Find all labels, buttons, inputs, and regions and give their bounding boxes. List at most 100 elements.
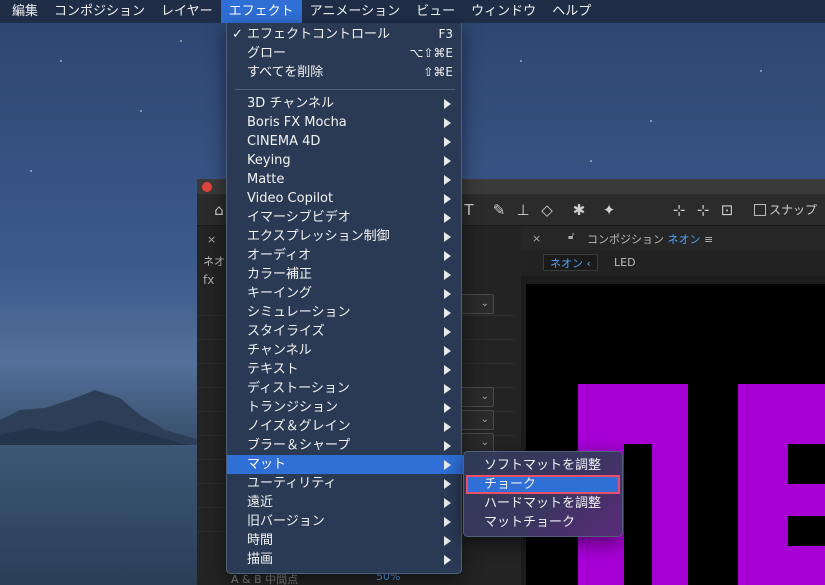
menu-item-glow[interactable]: グロー ⌥⇧⌘E bbox=[227, 44, 463, 63]
fx-label: fx bbox=[203, 273, 215, 287]
menu-item-category[interactable]: エクスプレッション制御 bbox=[227, 227, 463, 246]
menu-edit[interactable]: 編集 bbox=[4, 0, 46, 23]
menu-item-category[interactable]: カラー補正 bbox=[227, 265, 463, 284]
menu-item-label: イマーシブビデオ bbox=[247, 210, 351, 225]
comp-tab-title[interactable]: コンポジション ネオン ≡ bbox=[587, 231, 713, 247]
menu-item-category[interactable]: 3D チャンネル bbox=[227, 94, 463, 113]
matte-submenu: ソフトマットを調整 チョークハードマットを調整 マットチョーク bbox=[463, 451, 623, 537]
submenu-arrow-icon bbox=[444, 384, 451, 394]
close-icon[interactable]: × bbox=[207, 233, 216, 246]
menu-item-label: Matte bbox=[247, 172, 285, 187]
menu-icon[interactable]: ≡ bbox=[704, 233, 713, 246]
submenu-arrow-icon bbox=[444, 460, 451, 470]
brush-tool-icon[interactable]: ✎ bbox=[489, 200, 509, 220]
menu-item-category[interactable]: CINEMA 4D bbox=[227, 132, 463, 151]
menu-item-effect-controls[interactable]: ✓ エフェクトコントロール F3 bbox=[227, 25, 463, 44]
eraser-tool-icon[interactable]: ◇ bbox=[537, 200, 557, 220]
letter-counter bbox=[788, 444, 825, 484]
menu-item-label: オーディオ bbox=[247, 248, 312, 263]
axis-view-icon[interactable]: ⊡ bbox=[717, 200, 737, 220]
menu-item-category[interactable]: 時間 bbox=[227, 531, 463, 550]
menu-item-category[interactable]: キーイング bbox=[227, 284, 463, 303]
menu-item-label: 描画 bbox=[247, 552, 274, 567]
menu-composition[interactable]: コンポジション bbox=[46, 0, 153, 23]
checkmark-icon: ✓ bbox=[232, 27, 243, 42]
menu-item-label: トランジション bbox=[247, 400, 339, 415]
breadcrumb-item-active[interactable]: ネオン ‹ bbox=[543, 254, 598, 271]
menu-item-label: すべてを削除 bbox=[247, 65, 324, 80]
star bbox=[60, 60, 62, 62]
menu-item-category[interactable]: スタイライズ bbox=[227, 322, 463, 341]
submenu-arrow-icon bbox=[444, 365, 451, 375]
menu-item-category[interactable]: ノイズ＆グレイン bbox=[227, 417, 463, 436]
axis-world-icon[interactable]: ⊹ bbox=[693, 200, 713, 220]
menu-item-label: エクスプレッション制御 bbox=[247, 229, 390, 244]
submenu-arrow-icon bbox=[444, 99, 451, 109]
menu-item-label: Boris FX Mocha bbox=[247, 115, 347, 130]
letter-counter bbox=[788, 516, 825, 546]
submenu-item[interactable]: ハードマットを調整 bbox=[464, 494, 624, 513]
submenu-item[interactable]: ソフトマットを調整 bbox=[464, 456, 624, 475]
menu-item-category[interactable]: トランジション bbox=[227, 398, 463, 417]
puppet-pin-tool-icon[interactable]: ✦ bbox=[599, 200, 619, 220]
shortcut-label: ⇧⌘E bbox=[423, 65, 453, 79]
star bbox=[180, 40, 182, 42]
menu-item-category[interactable]: Video Copilot bbox=[227, 189, 463, 208]
submenu-arrow-icon bbox=[444, 327, 451, 337]
roto-brush-tool-icon[interactable]: ✱ bbox=[569, 200, 589, 220]
menu-item-category[interactable]: ユーティリティ bbox=[227, 474, 463, 493]
menu-item-category[interactable]: マット bbox=[227, 455, 463, 474]
menu-item-label: 3D チャンネル bbox=[247, 96, 335, 111]
sea bbox=[0, 445, 200, 585]
property-dropdown[interactable]: ⌄ bbox=[460, 433, 494, 453]
property-dropdown[interactable]: ⌄ bbox=[460, 294, 494, 314]
submenu-arrow-icon bbox=[444, 441, 451, 451]
submenu-item-label: チョーク bbox=[484, 477, 537, 492]
menu-item-label: CINEMA 4D bbox=[247, 134, 321, 149]
submenu-arrow-icon bbox=[444, 289, 451, 299]
menu-item-remove-all[interactable]: すべてを削除 ⇧⌘E bbox=[227, 63, 463, 82]
menu-item-label: 時間 bbox=[247, 533, 274, 548]
menu-item-category[interactable]: ディストーション bbox=[227, 379, 463, 398]
property-dropdown[interactable]: ⌄ bbox=[460, 387, 494, 407]
menu-item-category[interactable]: 描画 bbox=[227, 550, 463, 569]
property-dropdown[interactable]: ⌄ bbox=[460, 410, 494, 430]
axis-local-icon[interactable]: ⊹ bbox=[669, 200, 689, 220]
star bbox=[590, 160, 592, 162]
menu-item-category[interactable]: ブラー＆シャープ bbox=[227, 436, 463, 455]
menu-item-label: ノイズ＆グレイン bbox=[247, 419, 351, 434]
menu-layer[interactable]: レイヤー bbox=[153, 0, 221, 23]
submenu-item-label: ソフトマットを調整 bbox=[484, 458, 602, 473]
clone-stamp-tool-icon[interactable]: ⊥ bbox=[513, 200, 533, 220]
shortcut-label: F3 bbox=[438, 27, 453, 41]
close-icon[interactable]: × bbox=[532, 232, 541, 245]
menu-window[interactable]: ウィンドウ bbox=[463, 0, 544, 23]
menu-item-category[interactable]: オーディオ bbox=[227, 246, 463, 265]
menu-item-category[interactable]: シミュレーション bbox=[227, 303, 463, 322]
menu-view[interactable]: ビュー bbox=[408, 0, 463, 23]
menu-effect[interactable]: エフェクト bbox=[220, 0, 302, 23]
menu-item-category[interactable]: 遠近 bbox=[227, 493, 463, 512]
menu-item-category[interactable]: イマーシブビデオ bbox=[227, 208, 463, 227]
menu-item-category[interactable]: テキスト bbox=[227, 360, 463, 379]
submenu-item[interactable]: チョーク bbox=[466, 475, 620, 494]
snap-checkbox[interactable] bbox=[754, 204, 766, 216]
menu-item-label: ユーティリティ bbox=[247, 476, 337, 491]
close-window-button[interactable] bbox=[202, 182, 212, 192]
panel-header-fragment: ネオ bbox=[203, 255, 225, 268]
submenu-arrow-icon bbox=[444, 536, 451, 546]
comp-viewer[interactable] bbox=[526, 284, 825, 585]
menu-item-category[interactable]: Boris FX Mocha bbox=[227, 113, 463, 132]
menu-item-category[interactable]: 旧バージョン bbox=[227, 512, 463, 531]
menu-help[interactable]: ヘルプ bbox=[544, 0, 599, 23]
menu-item-category[interactable]: チャンネル bbox=[227, 341, 463, 360]
menu-item-category[interactable]: Keying bbox=[227, 151, 463, 170]
menu-animation[interactable]: アニメーション bbox=[302, 0, 408, 23]
star bbox=[760, 70, 762, 72]
submenu-item[interactable]: マットチョーク bbox=[464, 513, 624, 532]
lock-icon[interactable]: 🔓︎ bbox=[568, 231, 574, 242]
breadcrumb-item[interactable]: LED bbox=[614, 256, 636, 269]
submenu-arrow-icon bbox=[444, 403, 451, 413]
menu-item-category[interactable]: Matte bbox=[227, 170, 463, 189]
menu-item-label: チャンネル bbox=[247, 343, 312, 358]
